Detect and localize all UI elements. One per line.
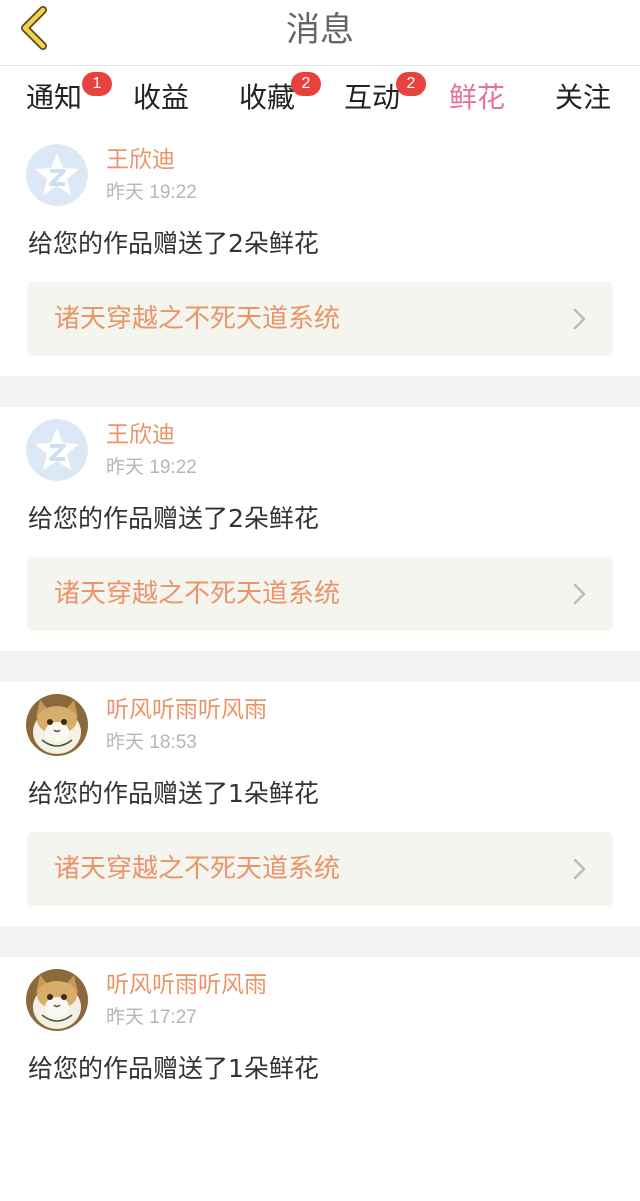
tab-earnings[interactable]: 收益 [133, 80, 189, 122]
tab-following[interactable]: 关注 [555, 80, 611, 122]
tab-label: 收藏 [239, 81, 296, 114]
timestamp: 昨天 17:27 [106, 1007, 197, 1028]
timestamp: 昨天 18:53 [106, 732, 197, 753]
page-title: 消息 [286, 10, 354, 50]
tab-notifications[interactable]: 通知 1 [26, 72, 112, 122]
tab-flowers[interactable]: 鲜花 [449, 80, 506, 140]
qzone-star-icon [26, 419, 88, 481]
tab-bar: 通知 1 收益 收藏 2 互动 2 鲜花 关注 [0, 66, 640, 140]
cat-avatar-icon [26, 694, 88, 756]
sender-name[interactable]: 王欣迪 [106, 421, 175, 449]
qzone-star-icon [26, 144, 88, 206]
tab-label: 鲜花 [449, 81, 506, 114]
message-text: 给您的作品赠送了1朵鲜花 [28, 779, 319, 808]
message-text: 给您的作品赠送了2朵鲜花 [28, 504, 319, 533]
unread-badge: 1 [82, 72, 112, 96]
work-title: 诸天穿越之不死天道系统 [54, 579, 341, 609]
tab-label: 关注 [555, 81, 612, 114]
list-item: 王欣迪 昨天 19:22 给您的作品赠送了2朵鲜花 诸天穿越之不死天道系统 [0, 407, 640, 651]
cat-avatar-icon [26, 969, 88, 1031]
work-link-card[interactable]: 诸天穿越之不死天道系统 [27, 282, 613, 356]
tab-label: 收益 [133, 81, 190, 114]
sender-name[interactable]: 听风听雨听风雨 [106, 971, 267, 999]
work-link-card[interactable]: 诸天穿越之不死天道系统 [27, 832, 613, 906]
work-title: 诸天穿越之不死天道系统 [54, 304, 341, 334]
divider [0, 376, 640, 407]
avatar[interactable] [26, 694, 88, 756]
message-list: 王欣迪 昨天 19:22 给您的作品赠送了2朵鲜花 诸天穿越之不死天道系统 王欣… [0, 132, 640, 1201]
unread-badge: 2 [291, 72, 321, 96]
timestamp: 昨天 19:22 [106, 182, 197, 203]
divider [0, 651, 640, 682]
avatar[interactable] [26, 969, 88, 1031]
unread-badge: 2 [396, 72, 426, 96]
timestamp: 昨天 19:22 [106, 457, 197, 478]
sender-name[interactable]: 王欣迪 [106, 146, 175, 174]
list-item: 王欣迪 昨天 19:22 给您的作品赠送了2朵鲜花 诸天穿越之不死天道系统 [0, 132, 640, 376]
work-link-card[interactable]: 诸天穿越之不死天道系统 [27, 557, 613, 631]
tab-favorites[interactable]: 收藏 2 [239, 72, 321, 122]
tab-label: 通知 [26, 81, 83, 114]
message-text: 给您的作品赠送了1朵鲜花 [28, 1054, 319, 1083]
sender-name[interactable]: 听风听雨听风雨 [106, 696, 267, 724]
chevron-right-icon [573, 583, 586, 605]
avatar[interactable] [26, 419, 88, 481]
header-bar: 消息 [0, 0, 640, 66]
divider [0, 926, 640, 957]
chevron-right-icon [573, 858, 586, 880]
message-text: 给您的作品赠送了2朵鲜花 [28, 229, 319, 258]
tab-label: 互动 [344, 81, 401, 114]
tab-interactions[interactable]: 互动 2 [344, 72, 426, 122]
list-item: 听风听雨听风雨 昨天 17:27 给您的作品赠送了1朵鲜花 [0, 957, 640, 1201]
chevron-right-icon [573, 308, 586, 330]
list-item: 听风听雨听风雨 昨天 18:53 给您的作品赠送了1朵鲜花 诸天穿越之不死天道系… [0, 682, 640, 926]
avatar[interactable] [26, 144, 88, 206]
work-title: 诸天穿越之不死天道系统 [54, 854, 341, 884]
